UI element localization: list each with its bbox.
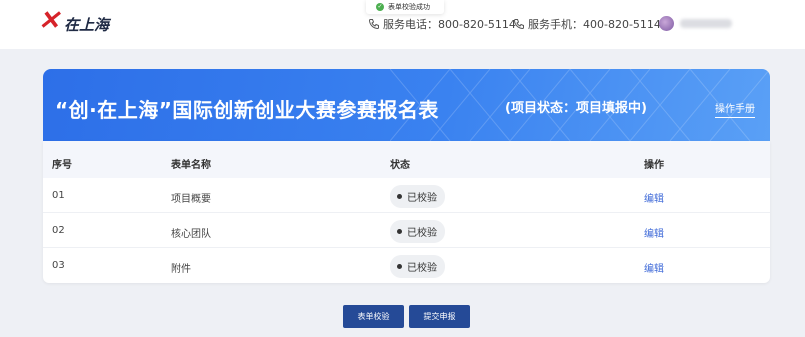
row-name: 项目概要 — [171, 194, 211, 205]
edit-link[interactable]: 编辑 — [644, 225, 664, 240]
toast-message: 表单校验成功 — [388, 3, 430, 11]
submit-application-button[interactable]: 提交申报 — [409, 305, 470, 328]
table-row: 03 附件 已校验 编辑 — [43, 248, 770, 283]
manual-link[interactable]: 操作手册 — [715, 100, 755, 118]
status-text: 已校验 — [407, 193, 437, 204]
header-name: 表单名称 — [171, 160, 211, 171]
phone-icon — [513, 19, 524, 30]
project-status: (项目状态：项目填报中) — [505, 101, 647, 116]
row-name: 核心团队 — [171, 229, 211, 240]
status-dot-icon — [397, 194, 402, 199]
success-toast: ✓ 表单校验成功 — [366, 0, 444, 14]
status-badge: 已校验 — [390, 255, 445, 278]
table-row: 01 项目概要 已校验 编辑 — [43, 178, 770, 213]
row-index: 02 — [52, 225, 65, 236]
header-status: 状态 — [390, 160, 410, 171]
service-hotline: 服务电话：800-820-5114 — [368, 16, 516, 32]
status-dot-icon — [397, 264, 402, 269]
hotline-text: 服务电话：800-820-5114 — [383, 18, 516, 31]
table-row: 02 核心团队 已校验 编辑 — [43, 213, 770, 248]
status-dot-icon — [397, 229, 402, 234]
logo-text: 在上海 — [64, 16, 110, 34]
page-title: “创·在上海”国际创新创业大赛参赛报名表 — [55, 98, 439, 122]
header-index: 序号 — [52, 160, 72, 171]
logo-mark: ✕ — [38, 6, 60, 36]
table-header: 序号 表单名称 状态 操作 — [43, 141, 770, 178]
status-text: 已校验 — [407, 263, 437, 274]
row-index: 03 — [52, 260, 65, 271]
status-text: 已校验 — [407, 228, 437, 239]
mobile-text: 服务手机：400-820-5114 — [528, 18, 661, 31]
check-circle-icon: ✓ — [376, 3, 384, 11]
row-name: 附件 — [171, 264, 191, 275]
site-logo[interactable]: ✕ 在上海 — [38, 6, 110, 38]
edit-link[interactable]: 编辑 — [644, 260, 664, 275]
forms-table: 序号 表单名称 状态 操作 01 项目概要 已校验 编辑 02 核心团队 已校验… — [43, 141, 770, 283]
user-avatar[interactable] — [659, 16, 674, 31]
header-action: 操作 — [644, 160, 664, 171]
form-banner: “创·在上海”国际创新创业大赛参赛报名表 (项目状态：项目填报中) 操作手册 — [43, 69, 770, 141]
status-badge: 已校验 — [390, 220, 445, 243]
username-blurred[interactable] — [680, 19, 732, 28]
phone-icon — [368, 19, 379, 30]
row-index: 01 — [52, 190, 65, 201]
service-mobile: 服务手机：400-820-5114 — [513, 16, 661, 32]
status-badge: 已校验 — [390, 185, 445, 208]
validate-form-button[interactable]: 表单校验 — [343, 305, 404, 328]
edit-link[interactable]: 编辑 — [644, 190, 664, 205]
